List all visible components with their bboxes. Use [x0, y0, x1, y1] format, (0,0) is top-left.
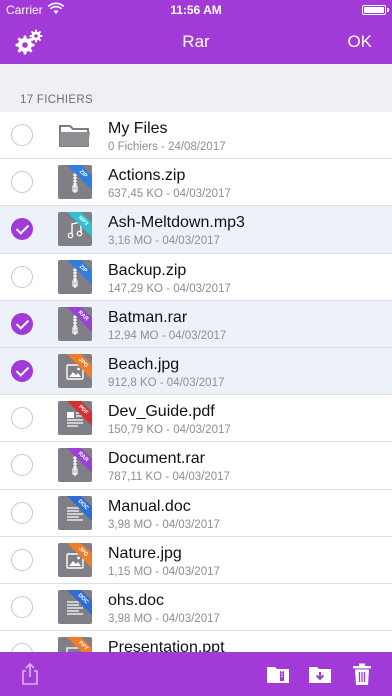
music-icon: MP3	[58, 212, 92, 247]
file-row[interactable]: DOC Manual.doc 3,98 MO - 04/03/2017	[0, 489, 392, 537]
checkbox-checked[interactable]	[11, 312, 33, 335]
checkbox-checked[interactable]	[11, 218, 33, 241]
file-meta: 637,45 KO - 04/03/2017	[108, 188, 231, 201]
zip-icon: RAR	[58, 306, 92, 341]
file-row[interactable]: MP3 Ash-Meltdown.mp3 3,16 MO - 04/03/2017	[0, 206, 392, 254]
file-name: Actions.zip	[108, 167, 186, 185]
file-row[interactable]: PDF Dev_Guide.pdf 150,79 KO - 04/03/2017	[0, 395, 392, 443]
checkbox[interactable]	[11, 265, 33, 288]
section-header: 17 FICHIERS	[0, 64, 392, 112]
file-name: Backup.zip	[108, 261, 187, 279]
file-meta: 3,98 MO - 04/03/2017	[108, 612, 220, 625]
text-icon: DOC	[58, 495, 92, 530]
file-row[interactable]: RAR Batman.rar 12,94 MO - 04/03/2017	[0, 300, 392, 348]
file-name: Document.rar	[108, 450, 205, 468]
pdf-icon: PDF	[58, 401, 92, 436]
file-name: Nature.jpg	[108, 544, 182, 562]
file-row[interactable]: RAR Document.rar 787,11 KO - 04/03/2017	[0, 442, 392, 490]
file-meta: 3,16 MO - 04/03/2017	[108, 235, 220, 248]
ok-button[interactable]: OK	[347, 32, 372, 52]
file-meta: 147,29 KO - 04/03/2017	[108, 282, 231, 295]
file-row[interactable]: DOC ohs.doc 3,98 MO - 04/03/2017	[0, 583, 392, 632]
clock: 11:56 AM	[170, 3, 222, 17]
zip-icon: ZIP	[58, 259, 92, 294]
share-icon[interactable]	[18, 662, 42, 686]
image-icon: JPG	[58, 542, 92, 577]
checkbox[interactable]	[11, 501, 33, 524]
checkbox[interactable]	[11, 454, 33, 477]
file-meta: 150,79 KO - 04/03/2017	[108, 424, 231, 437]
file-meta: 3,98 MO - 04/03/2017	[108, 518, 220, 531]
bottom-toolbar	[0, 652, 392, 696]
file-list: My Files 0 Fichiers - 24/08/2017 ZIP Action…	[0, 112, 392, 679]
navigation-bar: Rar OK	[0, 20, 392, 64]
file-row[interactable]: ZIP Actions.zip 637,45 KO - 04/03/2017	[0, 159, 392, 207]
file-row[interactable]: JPG Beach.jpg 912,8 KO - 04/03/2017	[0, 347, 392, 396]
file-name: Manual.doc	[108, 497, 191, 515]
file-name: My Files	[108, 120, 168, 137]
checkbox[interactable]	[11, 548, 33, 571]
file-row[interactable]: JPG Nature.jpg 1,15 MO - 04/03/2017	[0, 536, 392, 584]
page-title: Rar	[182, 32, 210, 51]
file-name: Batman.rar	[108, 308, 188, 326]
battery-icon	[362, 5, 389, 15]
compress-folder-icon[interactable]	[266, 662, 290, 686]
file-name: Dev_Guide.pdf	[108, 403, 215, 421]
trash-icon[interactable]	[350, 662, 374, 686]
file-name: Beach.jpg	[108, 355, 180, 373]
file-name: ohs.doc	[108, 591, 165, 609]
file-meta: 12,94 MO - 04/03/2017	[108, 329, 227, 342]
file-row[interactable]: ZIP Backup.zip 147,29 KO - 04/03/2017	[0, 253, 392, 301]
folder-icon	[58, 118, 92, 152]
checkbox-checked[interactable]	[11, 359, 33, 382]
zip-icon: RAR	[58, 448, 92, 483]
battery-level	[364, 7, 384, 13]
image-icon: JPG	[58, 353, 92, 388]
checkbox[interactable]	[11, 171, 33, 194]
checkbox[interactable]	[11, 407, 33, 430]
file-meta: 1,15 MO - 04/03/2017	[108, 565, 220, 578]
text-icon: DOC	[58, 589, 92, 624]
file-row[interactable]: My Files 0 Fichiers - 24/08/2017	[0, 112, 392, 160]
checkbox[interactable]	[11, 124, 33, 146]
file-count-label: 17 FICHIERS	[20, 94, 93, 106]
extract-folder-icon[interactable]	[308, 662, 332, 686]
checkbox[interactable]	[11, 595, 33, 618]
file-meta: 787,11 KO - 04/03/2017	[108, 471, 230, 484]
file-meta: 912,8 KO - 04/03/2017	[108, 376, 225, 389]
file-meta: 0 Fichiers - 24/08/2017	[108, 141, 226, 153]
file-name: Ash-Meltdown.mp3	[108, 214, 245, 232]
zip-icon: ZIP	[58, 165, 92, 200]
status-bar: Carrier 11:56 AM	[0, 0, 392, 20]
